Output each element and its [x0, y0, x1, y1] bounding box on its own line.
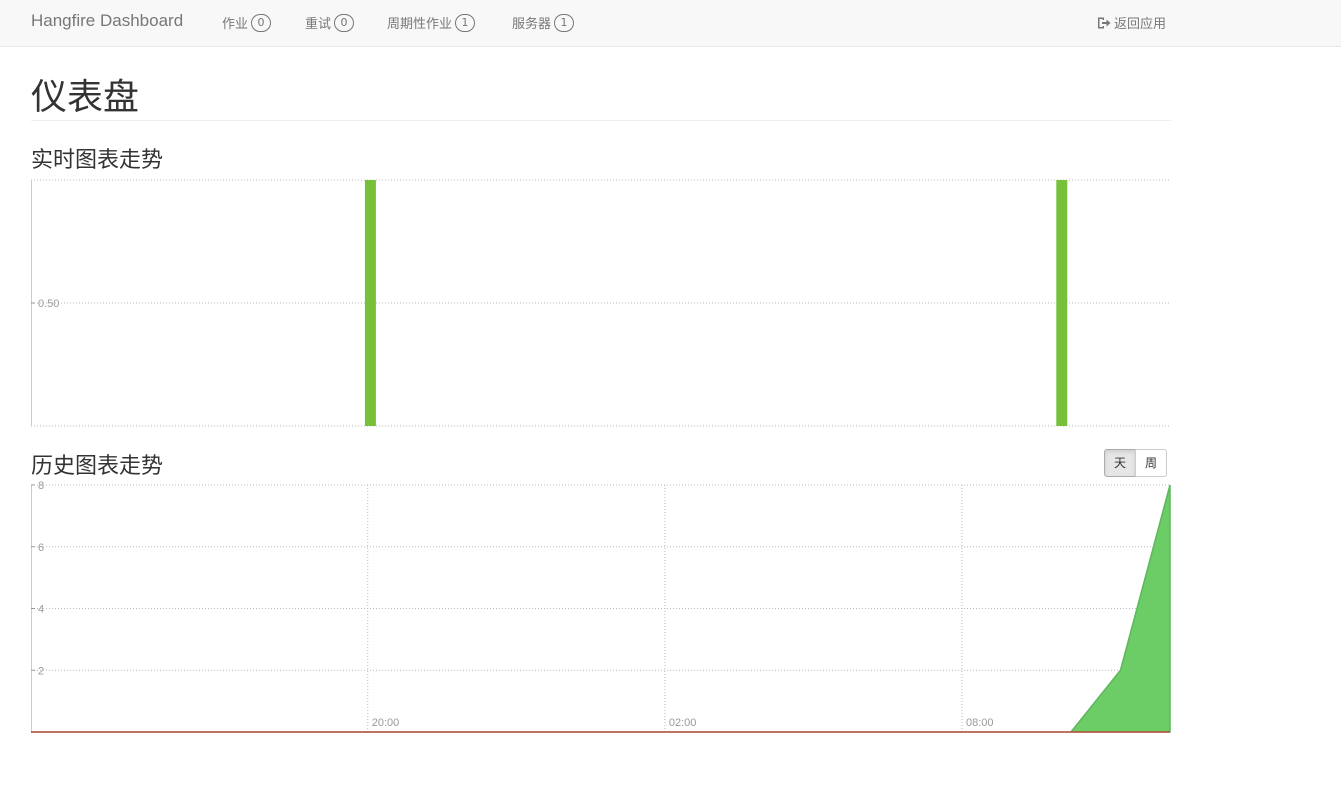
realtime-y-tick-label: 0.50	[38, 298, 59, 310]
realtime-bar	[364, 180, 376, 426]
history-y-tick-label: 4	[38, 604, 44, 616]
history-x-tick-label: 08:00	[966, 717, 994, 729]
charts-canvas: 0.50 20:00 02:00 08:00 2 4 6 8	[31, 179, 1171, 733]
history-x-tick-label: 20:00	[372, 717, 400, 729]
history-y-tick-label: 8	[38, 480, 44, 492]
history-y-tick-label: 6	[38, 542, 44, 554]
history-y-tick-label: 2	[38, 665, 44, 677]
history-x-tick-label: 02:00	[669, 717, 697, 729]
history-succeeded-area	[31, 484, 1171, 733]
realtime-bar	[1056, 180, 1068, 426]
